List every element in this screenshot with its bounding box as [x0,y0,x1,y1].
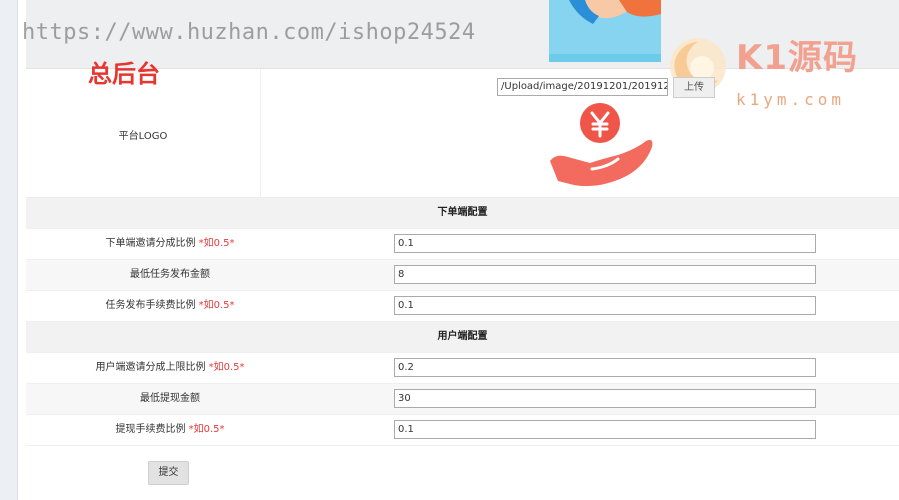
user-invite-cap-row: 用户端邀请分成上限比例 *如0.5* 0.2 [26,353,899,384]
column-divider [260,69,261,197]
withdraw-fee-hint: *如0.5* [188,424,225,435]
user-invite-cap-input[interactable]: 0.2 [394,358,816,377]
task-fee-ratio-input[interactable]: 0.1 [394,296,816,315]
user-config-header: 用户端配置 [26,322,899,353]
min-withdraw-row: 最低提现金额 30 [26,384,899,415]
user-invite-cap-label: 用户端邀请分成上限比例 [95,362,206,373]
task-fee-ratio-row: 任务发布手续费比例 *如0.5* 0.1 [26,291,899,322]
yuan-coin-hand-icon [550,103,653,187]
min-task-amount-input[interactable]: 8 [394,265,816,284]
order-invite-ratio-row: 下单端邀请分成比例 *如0.5* 0.1 [26,229,899,260]
settings-form: 平台LOGO /Upload/image/20191201/2019120101… [26,69,899,446]
withdraw-fee-input[interactable]: 0.1 [394,420,816,439]
left-sidebar-strip [0,0,18,500]
withdraw-fee-row: 提现手续费比例 *如0.5* 0.1 [26,415,899,446]
min-task-amount-row: 最低任务发布金额 8 [26,260,899,291]
top-illustration-image [549,0,661,62]
logo-path-input[interactable]: /Upload/image/20191201/2019120101 [497,78,668,96]
order-invite-ratio-label: 下单端邀请分成比例 [105,238,196,249]
min-withdraw-input[interactable]: 30 [394,389,816,408]
upload-button[interactable]: 上传 [673,77,715,98]
withdraw-fee-label: 提现手续费比例 [115,424,186,435]
min-task-amount-label: 最低任务发布金额 [130,269,210,280]
order-config-header: 下单端配置 [26,198,899,229]
task-fee-ratio-hint: *如0.5* [198,300,235,311]
order-invite-ratio-input[interactable]: 0.1 [394,234,816,253]
logo-row: 平台LOGO /Upload/image/20191201/2019120101… [26,69,899,198]
submit-button[interactable]: 提交 [148,461,189,485]
watermark-url: https://www.huzhan.com/ishop24524 [22,20,476,45]
task-fee-ratio-label: 任务发布手续费比例 [105,300,196,311]
order-invite-ratio-hint: *如0.5* [198,238,235,249]
min-withdraw-label: 最低提现金额 [140,393,200,404]
logo-label: 平台LOGO [118,131,168,142]
user-invite-cap-hint: *如0.5* [208,362,245,373]
